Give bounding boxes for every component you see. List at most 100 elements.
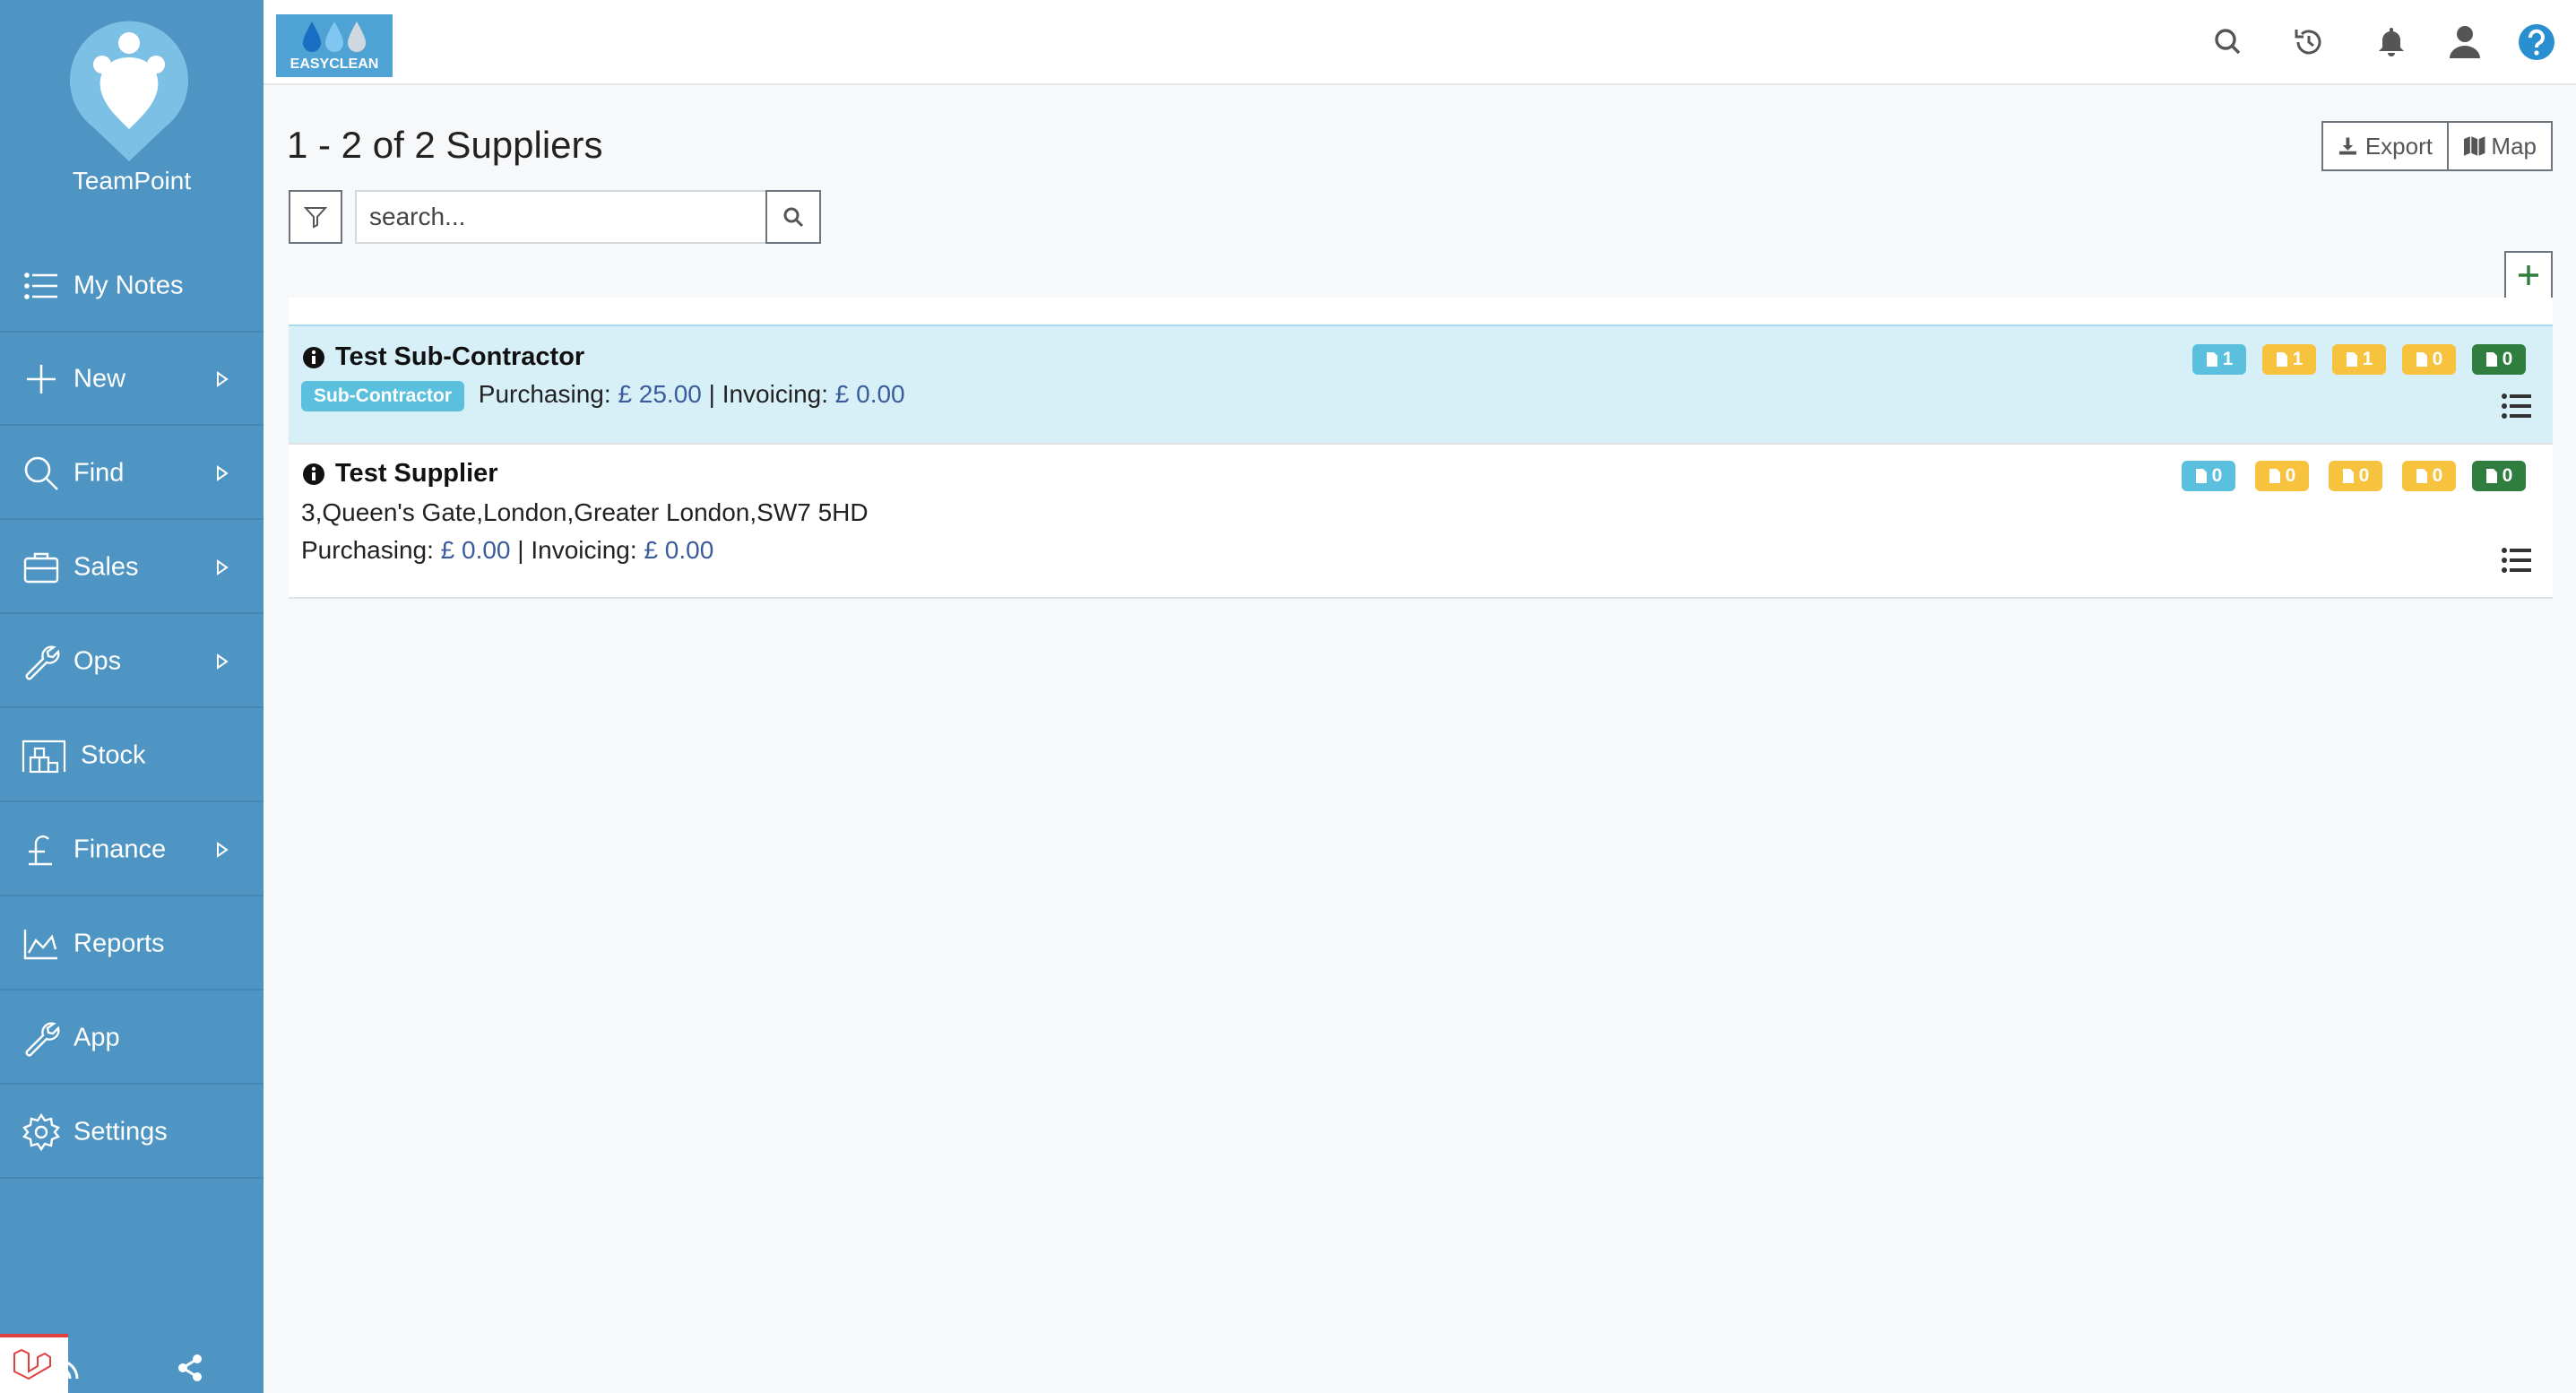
sidebar-item-label: Ops	[73, 646, 122, 675]
wrench-icon	[25, 645, 60, 679]
caret-right-icon	[217, 464, 229, 481]
caret-right-icon	[217, 558, 229, 575]
list-icon	[24, 272, 57, 299]
sidebar-item-label: Stock	[81, 740, 146, 769]
sidebar-item-find[interactable]: Find	[0, 428, 264, 520]
sidebar-item-sales[interactable]: Sales	[0, 522, 264, 614]
sidebar: TeamPoint My Notes New Find Sales Ops St…	[0, 0, 264, 1393]
sidebar-item-label: Reports	[73, 929, 165, 957]
search-icon	[783, 207, 804, 228]
list-menu-icon[interactable]	[2501, 547, 2533, 574]
wrench-icon	[25, 1021, 60, 1056]
separator: |	[517, 536, 524, 564]
supplier-name-text: Test Supplier	[335, 459, 498, 488]
document-count-badge[interactable]: 0	[2182, 461, 2235, 491]
history-icon[interactable]	[2289, 22, 2329, 62]
sidebar-footer	[0, 1327, 264, 1393]
document-count-badge[interactable]: 1	[2262, 344, 2316, 375]
share-icon[interactable]	[176, 1354, 204, 1382]
document-count-badge[interactable]: 1	[2192, 344, 2246, 375]
gear-icon	[22, 1112, 60, 1151]
download-icon	[2338, 137, 2356, 155]
search-button[interactable]	[765, 190, 821, 244]
document-count-badge[interactable]: 0	[2472, 461, 2526, 491]
file-icon	[2346, 352, 2357, 367]
badge-count: 1	[2292, 349, 2304, 369]
document-count-badge[interactable]: 0	[2402, 461, 2456, 491]
add-supplier-button[interactable]	[2504, 251, 2553, 299]
info-icon	[303, 346, 324, 368]
laravel-logo-icon	[13, 1348, 51, 1380]
sidebar-item-ops[interactable]: Ops	[0, 616, 264, 708]
company-logo[interactable]: EASYCLEAN	[276, 14, 393, 77]
file-icon	[2342, 469, 2354, 483]
warehouse-icon	[22, 740, 66, 773]
brand[interactable]: TeamPoint	[0, 0, 264, 233]
user-icon[interactable]	[2445, 22, 2485, 62]
invoicing-value: £ 0.00	[644, 536, 714, 564]
supplier-totals: Purchasing: £ 0.00 | Invoicing: £ 0.00	[301, 536, 713, 565]
caret-right-icon	[217, 653, 229, 670]
sidebar-item-label: My Notes	[73, 271, 184, 299]
document-count-badge[interactable]: 0	[2402, 344, 2456, 375]
badge-count: 0	[2211, 465, 2223, 486]
document-count-badge[interactable]: 0	[2255, 461, 2309, 491]
search-input[interactable]	[355, 190, 767, 244]
invoicing-label: Invoicing:	[722, 380, 828, 408]
water-drops-icon	[303, 22, 366, 52]
file-icon	[2206, 352, 2217, 367]
sidebar-item-my-notes[interactable]: My Notes	[0, 240, 264, 333]
purchasing-label: Purchasing:	[478, 380, 611, 408]
map-icon	[2463, 136, 2485, 156]
document-count-badge[interactable]: 0	[2329, 461, 2382, 491]
supplier-totals: Sub-Contractor Purchasing: £ 25.00 | Inv…	[301, 380, 905, 411]
export-button[interactable]: Export	[2321, 121, 2449, 171]
pound-icon	[29, 835, 52, 865]
sidebar-item-label: New	[73, 364, 126, 393]
sidebar-item-app[interactable]: App	[0, 992, 264, 1085]
file-icon	[2269, 469, 2280, 483]
file-icon	[2416, 469, 2427, 483]
sidebar-item-new[interactable]: New	[0, 333, 264, 426]
help-icon[interactable]	[2517, 22, 2556, 62]
sidebar-item-finance[interactable]: Finance	[0, 804, 264, 896]
list-menu-icon[interactable]	[2501, 393, 2533, 420]
sidebar-item-settings[interactable]: Settings	[0, 1086, 264, 1179]
purchasing-value: £ 0.00	[440, 536, 511, 564]
plus-icon	[27, 364, 56, 394]
page-title: 1 - 2 of 2 Suppliers	[287, 124, 603, 166]
supplier-row[interactable]: Test Sub-Contractor Sub-Contractor Purch…	[289, 324, 2553, 445]
info-icon	[303, 463, 324, 485]
sidebar-item-label: Settings	[73, 1117, 168, 1146]
map-button[interactable]: Map	[2447, 121, 2553, 171]
supplier-address: 3,Queen's Gate,London,Greater London,SW7…	[301, 498, 869, 526]
filter-icon	[304, 207, 327, 229]
filter-button[interactable]	[289, 190, 342, 244]
badge-count: 0	[2432, 465, 2443, 486]
sidebar-item-label: App	[73, 1023, 120, 1051]
app-name: TeamPoint	[72, 167, 192, 195]
search-icon[interactable]	[2209, 22, 2248, 62]
caret-right-icon	[217, 370, 229, 387]
badge-count: 0	[2432, 349, 2443, 369]
bell-icon[interactable]	[2372, 22, 2411, 62]
sidebar-item-stock[interactable]: Stock	[0, 710, 264, 802]
invoicing-value: £ 0.00	[834, 380, 905, 408]
sidebar-item-reports[interactable]: Reports	[0, 898, 264, 991]
search-icon	[24, 456, 58, 490]
sidebar-item-label: Finance	[73, 835, 167, 863]
rss-icon[interactable]	[54, 1354, 84, 1384]
supplier-row[interactable]: Test Supplier 3,Queen's Gate,London,Grea…	[289, 445, 2553, 599]
file-icon	[2485, 469, 2497, 483]
document-count-badge[interactable]: 0	[2472, 344, 2526, 375]
supplier-name[interactable]: Test Supplier	[301, 459, 498, 489]
badge-count: 0	[2502, 465, 2513, 486]
supplier-type-badge: Sub-Contractor	[301, 380, 464, 411]
document-count-badge[interactable]: 1	[2332, 344, 2386, 375]
export-label: Export	[2364, 132, 2433, 160]
file-icon	[2276, 352, 2287, 367]
purchasing-label: Purchasing:	[301, 536, 434, 564]
separator: |	[708, 380, 715, 408]
badge-count: 0	[2358, 465, 2370, 486]
supplier-name[interactable]: Test Sub-Contractor	[301, 342, 584, 372]
